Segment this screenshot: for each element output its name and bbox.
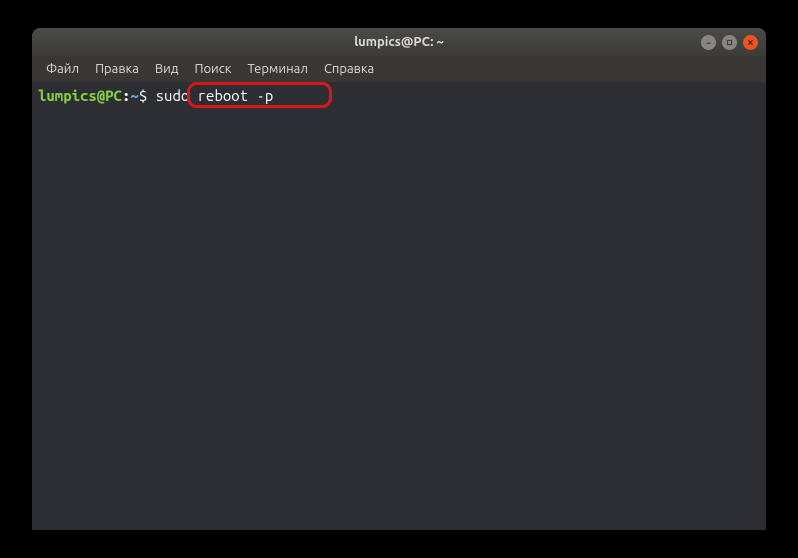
menubar: Файл Правка Вид Поиск Терминал Справка	[32, 56, 766, 82]
menu-search[interactable]: Поиск	[186, 59, 239, 79]
prompt-line: lumpics@PC:~$ sudo reboot -p	[38, 86, 760, 106]
menu-terminal[interactable]: Терминал	[239, 59, 315, 79]
terminal-window: lumpics@PC: ~ Файл Правка Вид Поиск Терм…	[32, 28, 766, 530]
menu-view[interactable]: Вид	[147, 59, 187, 79]
minimize-button[interactable]	[701, 35, 716, 50]
maximize-button[interactable]	[722, 35, 737, 50]
menu-edit[interactable]: Правка	[87, 59, 147, 79]
titlebar[interactable]: lumpics@PC: ~	[32, 28, 766, 56]
window-controls	[701, 35, 758, 50]
command-text: sudo reboot -p	[147, 86, 273, 106]
prompt-user: lumpics@PC	[38, 86, 122, 106]
prompt-symbol: $	[139, 86, 147, 106]
prompt-colon: :	[122, 86, 130, 106]
window-title: lumpics@PC: ~	[354, 35, 444, 49]
terminal-area[interactable]: lumpics@PC:~$ sudo reboot -p	[32, 82, 766, 530]
menu-file[interactable]: Файл	[38, 59, 87, 79]
command-value: sudo reboot -p	[156, 87, 274, 104]
close-button[interactable]	[743, 35, 758, 50]
prompt-path: ~	[130, 86, 138, 106]
menu-help[interactable]: Справка	[316, 59, 382, 79]
